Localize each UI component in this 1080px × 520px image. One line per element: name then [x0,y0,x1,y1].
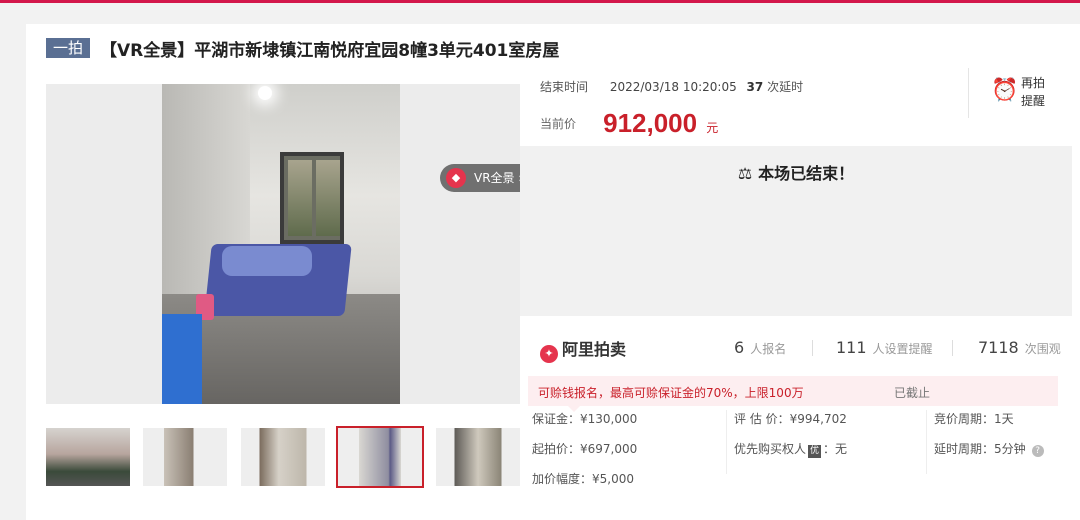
priority-buyer: 优先购买权人优：无 [734,440,847,458]
remind-line1: 再拍 [1021,76,1046,90]
logo-text: 阿里拍卖 [562,340,627,359]
delay-cycle-value: ：5分钟 [982,442,1026,456]
auction-ended-panel: ⚖ 本场已结束！ [520,146,1072,316]
thumbnail[interactable] [46,428,130,486]
price-label: 当前价 [540,117,577,131]
end-time-label: 结束时间 [540,80,589,94]
divider [952,340,953,356]
help-icon[interactable]: ? [1031,445,1044,457]
priority-badge-icon: 优 [808,445,822,458]
bid-cycle-value: ：1天 [982,412,1014,426]
delay-count: 37 [746,80,764,94]
top-accent-line [0,0,1080,3]
delay-cycle: 延时周期：5分钟? [934,440,1044,457]
vr-icon: ◆ [446,168,466,188]
remind-button[interactable]: ⏰ 再拍 提醒 [968,68,1072,118]
remind-line2: 提醒 [1021,94,1046,108]
divider [812,340,813,356]
reminders-label: 人设置提醒 [872,342,933,356]
notice-status: 已截止 [894,386,931,400]
current-price: 912,000 [603,108,698,138]
appraisal-price: 评 估 价：¥994,702 [734,412,847,426]
deposit: 保证金：¥130,000 [532,412,638,426]
priority-value: ：无 [823,442,848,456]
bid-cycle: 竞价周期：1天 [934,410,1014,427]
vr-panorama-button[interactable]: ◆ VR全景 › [440,164,520,192]
auction-round-badge: 一拍 [46,38,90,58]
thumbnail[interactable] [436,428,520,486]
ali-auction-logo-icon: ✦ [540,345,558,363]
alarm-clock-icon: ⏰ [991,78,1019,103]
auction-card: 一拍 【VR全景】平湖市新埭镇江南悦府宜园8幢3单元401室房屋 ◆ VR全景 … [26,24,1080,520]
signups-stat: 6 人报名 [734,338,786,357]
bid-cycle-label: 竞价周期 [934,412,983,426]
credit-signup-notice[interactable]: 可赊钱报名，最高可赊保证金的70%，上限100万 已截止 [528,376,1058,412]
thumbnail-active[interactable] [336,426,424,488]
bid-increment: 加价幅度：¥5,000 [532,472,634,486]
main-photo[interactable]: ◆ VR全景 › 🔍 [46,84,520,404]
priority-label: 优先购买权人 [734,442,807,456]
end-time-value: 2022/03/18 10:20:05 [609,80,737,94]
ali-auction-logo: ✦ 阿里拍卖 [540,336,626,363]
divider [926,410,927,474]
reminders-stat: 111 人设置提醒 [836,338,933,357]
signups-count: 6 [734,338,745,357]
page-title: 【VR全景】平湖市新埭镇江南悦府宜园8幢3单元401室房屋 [100,41,560,61]
delay-cycle-label: 延时周期 [934,442,983,456]
ended-message: 本场已结束！ [758,164,855,183]
start-price: 起拍价：¥697,000 [532,442,638,456]
signups-label: 人报名 [750,342,787,356]
views-stat: 7118 次围观 [978,338,1061,357]
room-photo [162,84,400,404]
current-price-row: 当前价 912,000 元 [540,108,718,139]
notice-text: 可赊钱报名，最高可赊保证金的70%，上限100万 [538,386,804,400]
views-count: 7118 [978,338,1019,357]
divider [726,410,727,474]
vr-label: VR全景 [474,171,515,185]
reminders-count: 111 [836,338,867,357]
price-unit: 元 [706,121,719,135]
thumbnail[interactable] [241,428,325,486]
views-label: 次围观 [1024,342,1061,356]
thumbnail-strip [46,426,546,488]
auction-details: 保证金：¥130,000 评 估 价：¥994,702 竞价周期：1天 起拍价：… [520,410,1072,500]
auction-stats: ✦ 阿里拍卖 6 人报名 111 人设置提醒 7118 次围观 [520,328,1072,368]
thumbnail[interactable] [143,428,227,486]
gavel-icon: ⚖ [737,164,753,183]
end-time-row: 结束时间 2022/03/18 10:20:05 37 次延时 [540,78,803,95]
delay-suffix: 次延时 [767,80,804,94]
